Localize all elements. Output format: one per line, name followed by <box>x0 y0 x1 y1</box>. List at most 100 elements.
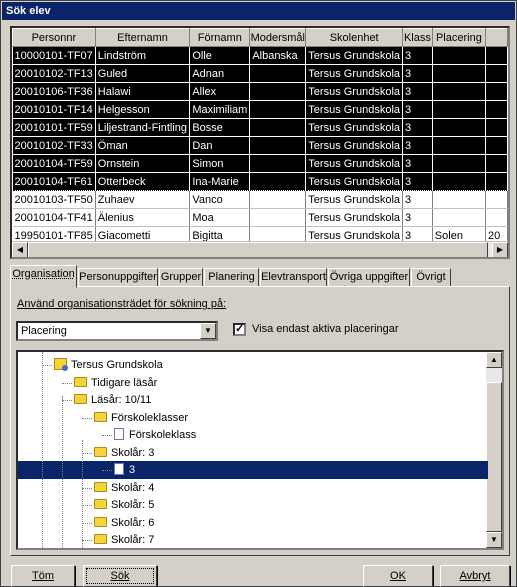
search-on-select[interactable]: Placering ▼ <box>16 321 218 341</box>
table-row[interactable]: 20010103-TF50 Zuhaev Vanco Tersus Grundskol… <box>12 190 508 209</box>
column-header[interactable]: Förnamn <box>189 28 251 47</box>
tree-connector <box>82 522 92 524</box>
column-header[interactable]: Placering <box>431 28 487 47</box>
table-cell: Tersus Grundskola <box>305 172 404 191</box>
table-cell: Ina-Marie <box>189 172 251 191</box>
tree-node-label: Tidigare läsår <box>91 376 158 389</box>
tab-grupper[interactable]: Grupper <box>159 268 203 287</box>
tree-connector <box>82 505 92 506</box>
column-header[interactable]: Efternamn <box>94 28 191 47</box>
table-cell: 3 <box>402 64 433 83</box>
table-cell: Otterbeck <box>95 172 191 191</box>
table-cell: 3 <box>402 154 433 173</box>
table-row[interactable]: 20010101-TF14 Helgesson Maximiliam Tersus G… <box>12 100 508 119</box>
table-row[interactable]: 10000101-TF07 Lindström Olle Albanska Tersus… <box>12 46 508 65</box>
tree-node[interactable]: Tidigare läsår <box>74 374 157 392</box>
table-cell: Tersus Grundskola <box>305 208 404 227</box>
table-cell <box>485 118 508 137</box>
tab-label: Elevtransport <box>261 271 326 283</box>
table-cell <box>432 190 487 209</box>
table-cell <box>432 46 487 65</box>
tab-organisation[interactable]: Organisation <box>10 265 77 288</box>
tree-node[interactable]: Läsår: 10/11 <box>74 391 151 409</box>
tree-connector <box>42 365 52 366</box>
table-row[interactable]: 20010104-TF61 Otterbeck Ina-Marie Tersus Gr… <box>12 172 508 191</box>
tab-personuppgifter[interactable]: Personuppgifter <box>78 268 158 287</box>
tree-node[interactable]: Förskoleklasser <box>94 409 188 427</box>
tree-node[interactable]: Skolår: 3 <box>94 444 154 462</box>
table-cell: Dan <box>189 136 251 155</box>
ok-button[interactable]: OK <box>363 565 433 587</box>
page-icon <box>114 428 124 440</box>
table-cell: Liljestrand-Fintling <box>95 118 191 137</box>
table-cell: 20010104-TF61 <box>12 172 96 191</box>
table-row[interactable]: 20010101-TF59 Liljestrand-Fintling Bosse Te… <box>12 118 508 137</box>
tree-node[interactable]: 3 <box>18 461 488 479</box>
scroll-left-icon[interactable]: ◀ <box>12 242 28 257</box>
table-cell: Tersus Grundskola <box>305 154 404 173</box>
tab-övrigt[interactable]: Övrigt <box>411 268 451 287</box>
table-cell: Tersus Grundskola <box>305 118 404 137</box>
tree-connector <box>82 417 92 419</box>
search-on-value: Placering <box>21 325 67 337</box>
table-cell: 3 <box>402 208 433 227</box>
column-header[interactable]: Klass <box>402 28 433 47</box>
tree-node-label: Skolår: 3 <box>111 446 155 459</box>
chevron-down-icon[interactable]: ▼ <box>200 323 216 339</box>
tree-node[interactable]: Skolår: 5 <box>94 496 154 514</box>
tab-planering[interactable]: Planering <box>204 268 259 287</box>
table-cell: 3 <box>402 136 433 155</box>
tab-övriga-uppgifter[interactable]: Övriga uppgifter <box>328 268 410 287</box>
folder-icon <box>74 394 87 404</box>
tree-node[interactable]: Förskoleklass <box>114 426 196 444</box>
horizontal-scrollbar[interactable]: ◀ ▶ <box>12 241 508 257</box>
scroll-thumb[interactable] <box>28 242 488 257</box>
student-grid[interactable]: Personnr Efternamn Förnamn Modersmål Skolenh… <box>10 26 510 259</box>
column-header[interactable]: Modersmål <box>249 28 307 47</box>
table-row[interactable]: 20010102-TF13 Guled Adnan Tersus Grundskola… <box>12 64 508 83</box>
tree-search-label: Använd organisationsträdet för sökning p… <box>17 298 227 310</box>
scroll-up-icon[interactable]: ▲ <box>486 352 502 368</box>
tree-node[interactable]: Skolår: 7 <box>94 531 154 548</box>
cancel-button[interactable]: Avbryt <box>440 565 510 587</box>
vertical-scrollbar[interactable]: ▲ ▼ <box>486 352 502 548</box>
tab-label: Planering <box>208 271 255 283</box>
table-cell: Vanco <box>189 190 251 209</box>
table-row[interactable]: 20010106-TF36 Halawi Allex Tersus Grundskol… <box>12 82 508 101</box>
tab-label: Personuppgifter <box>79 271 157 283</box>
tree-node-label: 3 <box>129 464 136 476</box>
table-row[interactable]: 20010104-TF41 Älenius Moa Tersus Grundskola… <box>12 208 508 227</box>
scroll-thumb[interactable] <box>486 382 502 532</box>
clear-button[interactable]: Töm <box>11 565 75 587</box>
table-cell <box>249 118 307 137</box>
tree-node[interactable]: Skolår: 4 <box>94 479 154 497</box>
folder-icon <box>94 534 107 544</box>
column-header[interactable]: Skolenhet <box>305 28 404 47</box>
table-cell: Tersus Grundskola <box>305 190 404 209</box>
table-row[interactable]: 20010102-TF33 Öman Dan Tersus Grundskola 3 <box>12 136 508 155</box>
tree-connector <box>102 435 112 436</box>
table-cell <box>432 100 487 119</box>
active-only-checkbox[interactable]: ✓ <box>233 323 246 336</box>
tree-connector <box>82 540 92 541</box>
column-header[interactable] <box>485 28 508 47</box>
scroll-right-icon[interactable]: ▶ <box>492 242 508 257</box>
tab-elevtransport[interactable]: Elevtransport <box>260 268 327 287</box>
table-cell: Ornstein <box>95 154 191 173</box>
column-header[interactable]: Personnr <box>12 28 96 47</box>
table-cell: Älenius <box>95 208 191 227</box>
table-cell <box>432 118 487 137</box>
page-icon <box>114 463 124 475</box>
table-cell: 20010104-TF59 <box>12 154 96 173</box>
table-cell <box>249 208 307 227</box>
scroll-down-icon[interactable]: ▼ <box>486 532 502 548</box>
tree-node[interactable]: Tersus Grundskola <box>54 356 163 374</box>
table-cell: Simon <box>189 154 251 173</box>
folder-icon <box>94 411 107 422</box>
tree-node[interactable]: Skolår: 6 <box>94 514 154 532</box>
organisation-tree[interactable]: ▲ ▼ Tersus Grundskola Tidigare läsår Läsår… <box>16 350 504 550</box>
tab-strip: Organisation Personuppgifter Grupper Planer… <box>10 265 510 288</box>
active-only-label[interactable]: Visa endast aktiva placeringar <box>252 323 399 335</box>
search-button[interactable]: Sök <box>83 565 157 587</box>
table-row[interactable]: 20010104-TF59 Ornstein Simon Tersus Grundsk… <box>12 154 508 173</box>
